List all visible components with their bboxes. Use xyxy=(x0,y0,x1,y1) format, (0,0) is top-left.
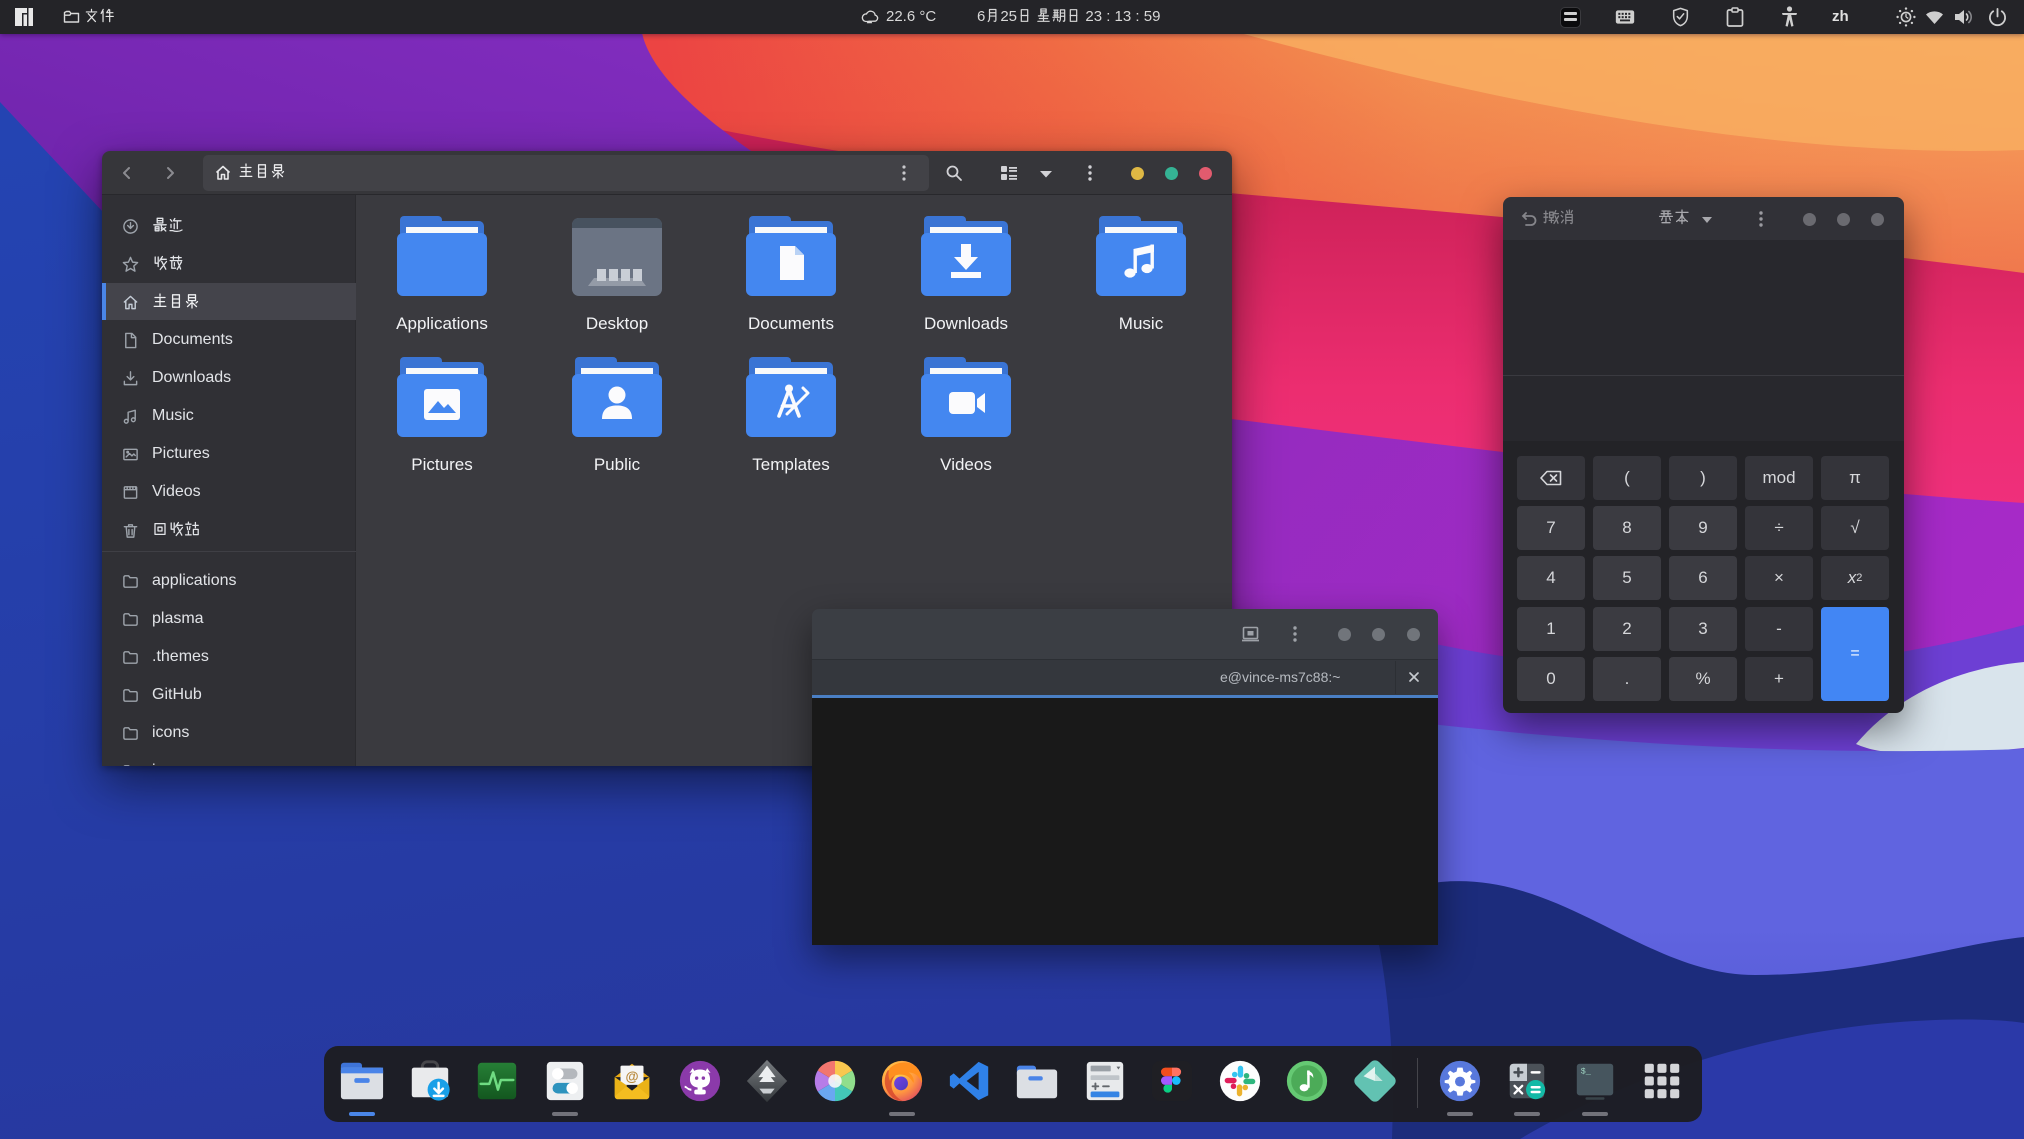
svg-text:@: @ xyxy=(625,1069,638,1084)
svg-text:$_: $_ xyxy=(1581,1066,1592,1076)
